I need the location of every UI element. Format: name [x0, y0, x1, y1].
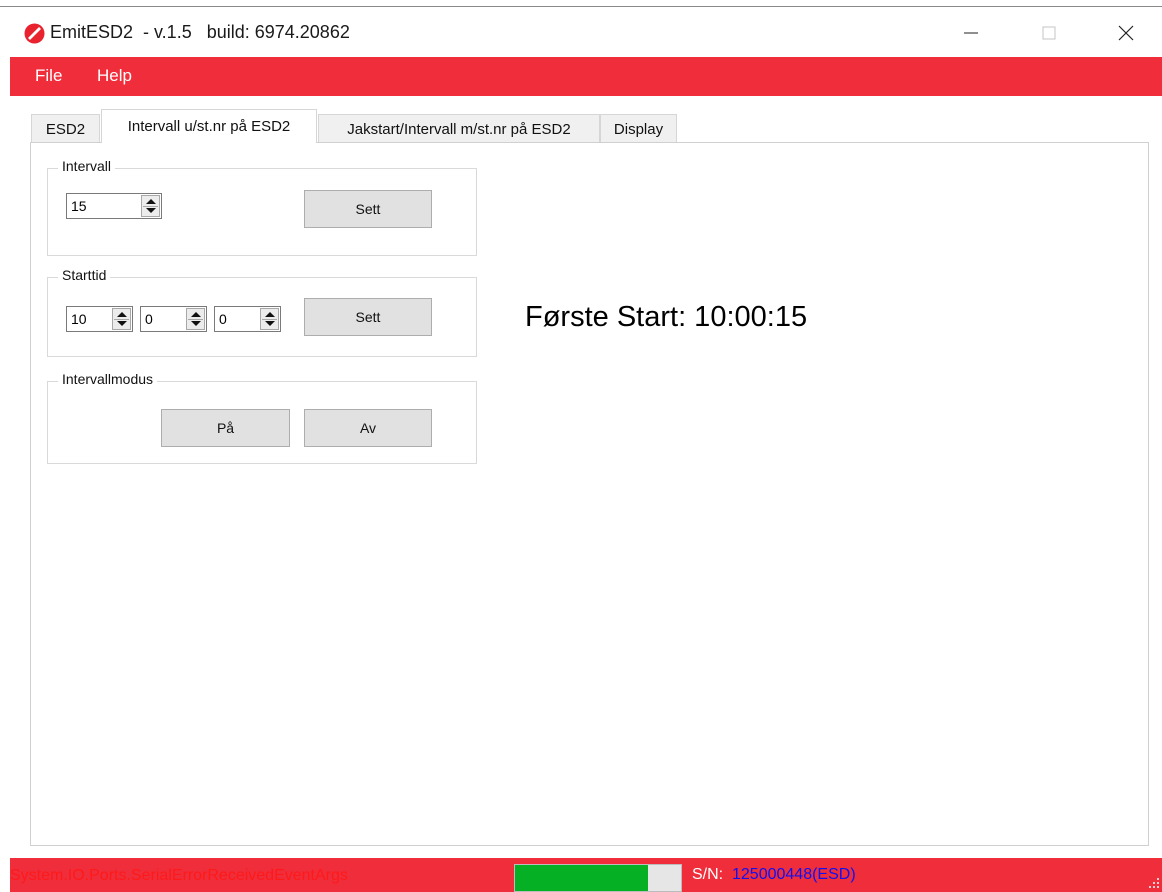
window-title: EmitESD2 - v.1.5 build: 6974.20862	[50, 22, 350, 42]
starttid-seconds-value: 0	[219, 311, 227, 327]
starttid-group-title: Starttid	[58, 267, 111, 283]
starttid-set-button[interactable]: Sett	[304, 298, 432, 336]
starttid-hours-arrows[interactable]	[112, 308, 131, 330]
minimize-icon	[964, 32, 978, 34]
intervall-stepper-arrows[interactable]	[141, 195, 160, 217]
intervallmodus-off-button[interactable]: Av	[304, 409, 432, 447]
arrow-up-icon	[146, 199, 156, 204]
menu-help[interactable]: Help	[97, 66, 132, 86]
arrow-down-icon	[191, 321, 201, 326]
menu-bar: File Help	[10, 57, 1162, 96]
tab-content-panel: Intervall 15 Sett Starttid 10 0 0 Sett I…	[30, 142, 1149, 846]
tab-display[interactable]: Display	[600, 114, 677, 143]
arrow-up-icon	[191, 312, 201, 317]
arrow-up-icon	[265, 312, 275, 317]
intervall-group: Intervall 15 Sett	[47, 158, 477, 256]
close-button[interactable]	[1106, 19, 1146, 47]
first-start-label: Første Start: 10:00:15	[525, 301, 808, 333]
arrow-down-icon	[265, 321, 275, 326]
starttid-seconds-arrows[interactable]	[260, 308, 279, 330]
arrow-down-icon	[146, 208, 156, 213]
starttid-minutes-arrows[interactable]	[186, 308, 205, 330]
intervall-set-button[interactable]: Sett	[304, 190, 432, 228]
tab-jakstart-intervall[interactable]: Jakstart/Intervall m/st.nr på ESD2	[318, 114, 600, 143]
intervall-value: 15	[71, 198, 87, 214]
intervall-stepper[interactable]: 15	[66, 193, 162, 219]
tab-intervall-uten-startnummer[interactable]: Intervall u/st.nr på ESD2	[101, 109, 317, 143]
maximize-button[interactable]	[1029, 19, 1069, 47]
serial-number-label: S/N:	[692, 866, 724, 883]
arrow-divider	[188, 319, 203, 320]
starttid-seconds-stepper[interactable]: 0	[214, 306, 281, 332]
starttid-hours-stepper[interactable]: 10	[66, 306, 133, 332]
starttid-hours-value: 10	[71, 311, 87, 327]
status-bar: System.IO.Ports.SerialErrorReceivedEvent…	[10, 858, 1162, 892]
resize-grip-icon[interactable]	[1148, 877, 1160, 889]
arrow-divider	[114, 319, 129, 320]
emit-logo-icon	[24, 23, 45, 44]
menu-file[interactable]: File	[35, 66, 62, 86]
status-message: System.IO.Ports.SerialErrorReceivedEvent…	[10, 867, 348, 884]
close-icon	[1118, 25, 1134, 41]
intervallmodus-group-title: Intervallmodus	[58, 371, 158, 387]
intervallmodus-group: Intervallmodus På Av	[47, 371, 477, 464]
minimize-button[interactable]	[951, 19, 991, 47]
progress-bar	[514, 864, 682, 892]
intervall-group-title: Intervall	[58, 158, 116, 174]
arrow-up-icon	[117, 312, 127, 317]
arrow-divider	[262, 319, 277, 320]
arrow-divider	[143, 206, 158, 207]
starttid-minutes-stepper[interactable]: 0	[140, 306, 207, 332]
starttid-minutes-value: 0	[145, 311, 153, 327]
starttid-group: Starttid 10 0 0 Sett	[47, 267, 477, 357]
arrow-down-icon	[117, 321, 127, 326]
serial-number-value: 125000448(ESD)	[732, 866, 856, 883]
tab-esd2[interactable]: ESD2	[31, 114, 100, 143]
title-bar: EmitESD2 - v.1.5 build: 6974.20862	[0, 7, 1162, 57]
maximize-icon	[1042, 26, 1056, 40]
progress-fill	[515, 865, 648, 891]
intervallmodus-on-button[interactable]: På	[161, 409, 290, 447]
